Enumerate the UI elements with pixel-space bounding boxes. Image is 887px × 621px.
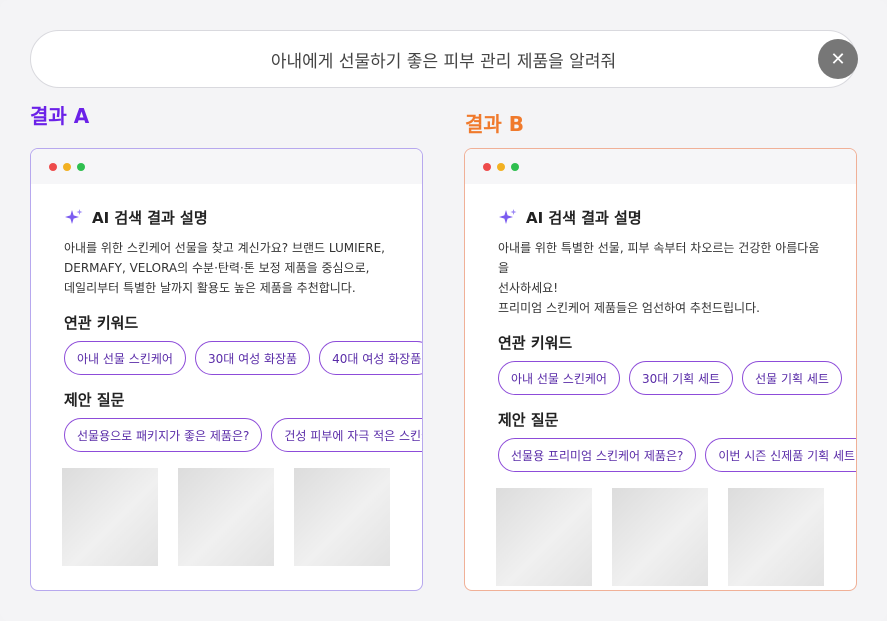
description-line: 아내를 위한 스킨케어 선물을 찾고 계신가요? 브랜드 LUMIERE,: [64, 241, 385, 255]
description-line: 데일리부터 특별한 날까지 활용도 높은 제품을 추천합니다.: [64, 281, 356, 295]
keyword-chip[interactable]: 40대 여성 화장품: [319, 341, 422, 375]
question-chips: 선물용으로 패키지가 좋은 제품은? 건성 피부에 자극 적은 스킨케어: [64, 418, 422, 452]
product-thumbnails: [496, 488, 856, 586]
product-thumbnail[interactable]: [178, 468, 274, 566]
window-maximize-dot[interactable]: [77, 163, 85, 171]
description-line: 프리미엄 스킨케어 제품들은 엄선하여 추천드립니다.: [498, 301, 760, 315]
keyword-chip[interactable]: 30대 기획 세트: [628, 361, 734, 395]
ai-summary-text: 아내를 위한 특별한 선물, 피부 속부터 차오르는 건강한 아름다움을 선사하…: [498, 238, 828, 318]
window-titlebar: [465, 149, 856, 184]
window-close-dot[interactable]: [483, 163, 491, 171]
window-titlebar: [31, 149, 422, 184]
product-thumbnails: [62, 468, 422, 566]
close-icon: ✕: [830, 48, 846, 70]
questions-title: 제안 질문: [64, 391, 125, 409]
keyword-chip[interactable]: 아내 선물 스킨케어: [64, 341, 186, 375]
ai-summary-text: 아내를 위한 스킨케어 선물을 찾고 계신가요? 브랜드 LUMIERE, DE…: [64, 238, 394, 298]
keyword-chip[interactable]: 선물 기획 세트: [742, 361, 842, 395]
result-a-label: 결과 A: [30, 104, 90, 128]
search-query[interactable]: 아내에게 선물하기 좋은 피부 관리 제품을 알려줘: [31, 31, 796, 87]
product-thumbnail[interactable]: [612, 488, 708, 586]
keyword-chips: 아내 선물 스킨케어 30대 기획 세트 선물 기획 세트: [498, 361, 856, 395]
result-b-label: 결과 B: [465, 112, 525, 136]
description-line: 선사하세요!: [498, 281, 559, 295]
ai-summary-heading: AI 검색 결과 설명: [64, 207, 422, 228]
keyword-chips: 아내 선물 스킨케어 30대 여성 화장품 40대 여성 화장품: [64, 341, 422, 375]
ai-summary-heading: AI 검색 결과 설명: [498, 207, 856, 228]
search-bar[interactable]: 아내에게 선물하기 좋은 피부 관리 제품을 알려줘 ✕: [30, 30, 858, 88]
result-b-content: AI 검색 결과 설명 아내를 위한 특별한 선물, 피부 속부터 차오르는 건…: [496, 207, 856, 586]
keywords-title: 연관 키워드: [64, 314, 139, 332]
app-frame: 아내에게 선물하기 좋은 피부 관리 제품을 알려줘 ✕ 결과 A 결과 B A…: [0, 0, 887, 621]
window-minimize-dot[interactable]: [63, 163, 71, 171]
questions-title: 제안 질문: [498, 411, 559, 429]
question-chip[interactable]: 선물용으로 패키지가 좋은 제품은?: [64, 418, 263, 452]
result-a-content: AI 검색 결과 설명 아내를 위한 스킨케어 선물을 찾고 계신가요? 브랜드…: [62, 207, 422, 566]
sparkle-icon: [499, 208, 517, 224]
clear-search-button[interactable]: ✕: [818, 39, 858, 79]
product-thumbnail[interactable]: [62, 468, 158, 566]
result-b-panel: AI 검색 결과 설명 아내를 위한 특별한 선물, 피부 속부터 차오르는 건…: [464, 148, 857, 591]
window-maximize-dot[interactable]: [511, 163, 519, 171]
product-thumbnail[interactable]: [496, 488, 592, 586]
ai-summary-title: AI 검색 결과 설명: [526, 209, 642, 227]
description-line: 아내를 위한 특별한 선물, 피부 속부터 차오르는 건강한 아름다움을: [498, 241, 820, 275]
window-minimize-dot[interactable]: [497, 163, 505, 171]
question-chip[interactable]: 건성 피부에 자극 적은 스킨케어: [271, 418, 422, 452]
question-chip[interactable]: 선물용 프리미엄 스킨케어 제품은?: [498, 438, 697, 472]
product-thumbnail[interactable]: [294, 468, 390, 566]
keywords-title: 연관 키워드: [498, 334, 573, 352]
sparkle-icon: [65, 208, 83, 224]
question-chips: 선물용 프리미엄 스킨케어 제품은? 이번 시즌 신제품 기획 세트 추천: [498, 438, 856, 472]
product-thumbnail[interactable]: [728, 488, 824, 586]
keyword-chip[interactable]: 30대 여성 화장품: [194, 341, 311, 375]
result-a-panel: AI 검색 결과 설명 아내를 위한 스킨케어 선물을 찾고 계신가요? 브랜드…: [30, 148, 423, 591]
question-chip[interactable]: 이번 시즌 신제품 기획 세트 추천: [705, 438, 856, 472]
window-close-dot[interactable]: [49, 163, 57, 171]
ai-summary-title: AI 검색 결과 설명: [92, 209, 208, 227]
keyword-chip[interactable]: 아내 선물 스킨케어: [498, 361, 620, 395]
description-line: DERMAFY, VELORA의 수분·탄력·톤 보정 제품을 중심으로,: [64, 261, 370, 275]
